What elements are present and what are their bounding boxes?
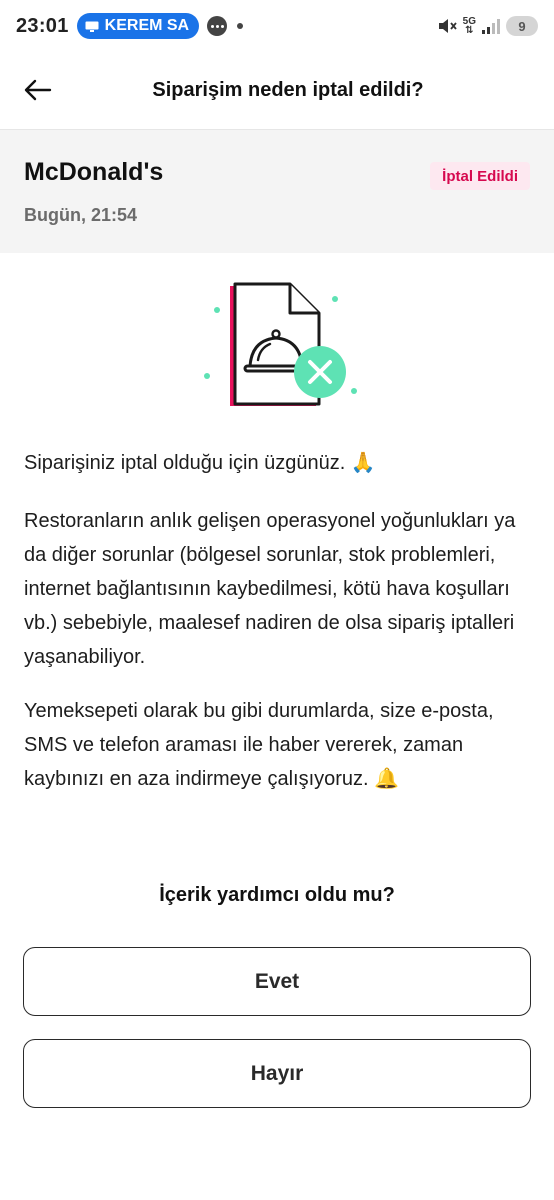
order-summary-card: McDonald's Bugün, 21:54 İptal Edildi <box>0 129 554 253</box>
cancellation-explanation: Siparişiniz iptal olduğu için üzgünüz. 🙏… <box>24 446 534 816</box>
order-time: Bugün, 21:54 <box>24 205 138 225</box>
feedback-yes-button[interactable]: Evet <box>23 947 531 1016</box>
notification-text: Yemeksepeti olarak bu gibi durumlarda, s… <box>24 700 494 790</box>
cast-chip[interactable]: KEREM SA <box>76 13 200 39</box>
status-badge: İptal Edildi <box>430 162 530 190</box>
arrow-left-icon <box>24 79 52 101</box>
status-time: 23:01 <box>16 14 69 37</box>
mute-icon <box>438 19 457 33</box>
apology-text: Siparişiniz iptal olduğu için üzgünüz. 🙏 <box>24 452 376 474</box>
battery-icon: 9 <box>506 16 538 36</box>
page-title: Siparişim neden iptal edildi? <box>152 78 424 101</box>
reason-text: Restoranların anlık gelişen operasyonel … <box>24 510 516 668</box>
notification-dot-icon <box>237 23 244 29</box>
feedback-question: İçerik yardımcı oldu mu? <box>159 884 395 906</box>
cast-label: KEREM SA <box>104 17 190 34</box>
app-header: Siparişim neden iptal edildi? <box>0 52 554 128</box>
restaurant-name: McDonald's <box>24 158 164 186</box>
monitor-icon <box>85 21 99 32</box>
chat-icon <box>207 16 228 36</box>
cancelled-order-illustration <box>204 282 357 406</box>
back-button[interactable] <box>18 70 58 110</box>
feedback-no-button[interactable]: Hayır <box>23 1039 531 1108</box>
signal-icon <box>482 19 500 34</box>
network-type-icon: 5G ⇅ <box>462 16 476 36</box>
status-bar: 23:01 KEREM SA 5G ⇅ 9 <box>0 0 554 52</box>
